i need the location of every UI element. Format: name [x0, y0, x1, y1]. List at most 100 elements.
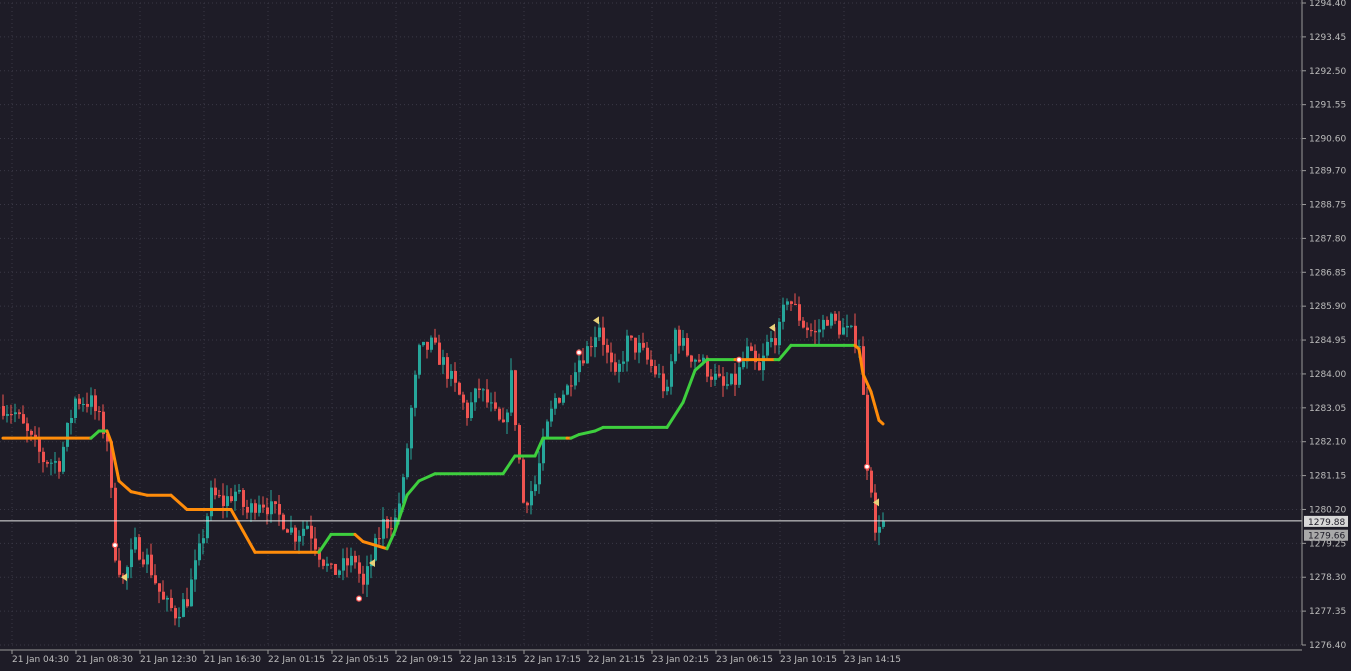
- candle-body: [26, 423, 29, 431]
- candle-body: [594, 337, 597, 348]
- candle-body: [78, 398, 81, 405]
- candle-body: [662, 373, 665, 392]
- candle-body: [606, 344, 609, 353]
- candle-body: [770, 338, 773, 342]
- candle-body: [426, 341, 429, 350]
- candle-body: [250, 503, 253, 513]
- candle-body: [38, 438, 41, 452]
- candle-body: [698, 359, 701, 362]
- candle-body: [570, 385, 573, 387]
- candle-body: [290, 527, 293, 533]
- candle-body: [30, 430, 33, 435]
- candle-body: [278, 504, 281, 515]
- candle-body: [330, 563, 333, 565]
- candle-body: [490, 402, 493, 404]
- candle-body: [130, 549, 133, 568]
- candle-body: [554, 398, 557, 409]
- candle-body: [258, 504, 261, 513]
- candle-body: [678, 329, 681, 346]
- candle-body: [414, 374, 417, 408]
- candle-body: [782, 304, 785, 322]
- candle-body: [346, 558, 349, 566]
- candle-body: [826, 319, 829, 326]
- candle-body: [598, 327, 601, 338]
- candle-body: [382, 519, 385, 539]
- candle-body: [466, 402, 469, 419]
- candle-body: [58, 461, 61, 472]
- candle-body: [546, 421, 549, 438]
- x-axis-tick-label: 23 Jan 14:15: [844, 655, 901, 665]
- candle-body: [842, 327, 845, 335]
- candle-body: [634, 337, 637, 353]
- candle-body: [810, 330, 813, 332]
- candle-body: [282, 514, 285, 530]
- price-chart[interactable]: 1294.40 1293.45 1292.50 1291.55 1290.60 1289.…: [0, 0, 1351, 667]
- candle-body: [742, 361, 745, 368]
- candle-body: [778, 321, 781, 346]
- candle-body: [874, 492, 877, 533]
- y-axis-tick-label: 1281.15: [1309, 472, 1346, 482]
- candle-body: [74, 398, 77, 419]
- candle-body: [362, 573, 365, 585]
- candle-body: [590, 346, 593, 348]
- candle-body: [838, 320, 841, 335]
- candle-body: [46, 462, 49, 464]
- candle-body: [166, 597, 169, 600]
- candle-body: [766, 341, 769, 356]
- candle-body: [498, 408, 501, 420]
- candle-body: [574, 372, 577, 386]
- y-axis-tick-label: 1290.60: [1309, 135, 1346, 145]
- y-axis-tick-label: 1288.75: [1309, 201, 1346, 211]
- y-axis-tick-label: 1285.90: [1309, 302, 1346, 312]
- candle-body: [94, 395, 97, 412]
- candle-body: [878, 526, 881, 533]
- candle-body: [850, 325, 853, 327]
- candle-body: [734, 373, 737, 385]
- y-axis-tick-label: 1276.40: [1309, 641, 1346, 651]
- candle-body: [626, 335, 629, 362]
- candle-body: [510, 370, 513, 413]
- candle-body: [194, 560, 197, 580]
- candle-body: [506, 412, 509, 423]
- x-axis-tick-label: 22 Jan 05:15: [332, 655, 389, 665]
- candle-body: [534, 484, 537, 492]
- candle-body: [786, 301, 789, 305]
- candle-body: [642, 342, 645, 348]
- candle-body: [450, 370, 453, 379]
- candle-body: [418, 345, 421, 375]
- candle-body: [246, 506, 249, 513]
- y-axis-tick-label: 1294.40: [1309, 0, 1346, 9]
- candle-body: [470, 402, 473, 419]
- candle-body: [482, 389, 485, 391]
- candle-body: [446, 357, 449, 379]
- candle-body: [378, 538, 381, 540]
- candle-body: [10, 414, 13, 416]
- candle-body: [86, 403, 89, 407]
- candle-body: [18, 412, 21, 415]
- candle-body: [186, 599, 189, 607]
- candle-body: [494, 402, 497, 409]
- candle-body: [302, 528, 305, 536]
- candle-body: [462, 394, 465, 403]
- candle-body: [62, 446, 65, 472]
- y-axis-tick-label: 1278.30: [1309, 573, 1346, 583]
- candle-body: [158, 583, 161, 592]
- candle-body: [802, 320, 805, 328]
- candle-body: [694, 359, 697, 362]
- signal-dot: [575, 349, 583, 356]
- candle-body: [518, 425, 521, 460]
- candle-body: [630, 335, 633, 338]
- candle-body: [622, 361, 625, 364]
- candle-body: [798, 304, 801, 321]
- candle-body: [286, 529, 289, 533]
- candle-body: [486, 389, 489, 403]
- candle-body: [6, 414, 9, 416]
- candle-body: [238, 490, 241, 492]
- candle-body: [342, 558, 345, 571]
- candle-body: [298, 535, 301, 542]
- chart-canvas[interactable]: 1294.40 1293.45 1292.50 1291.55 1290.60 1289.…: [0, 0, 1351, 667]
- y-axis-tick-label: 1292.50: [1309, 67, 1346, 77]
- candle-body: [602, 327, 605, 345]
- candle-body: [138, 537, 141, 560]
- candle-body: [118, 560, 121, 575]
